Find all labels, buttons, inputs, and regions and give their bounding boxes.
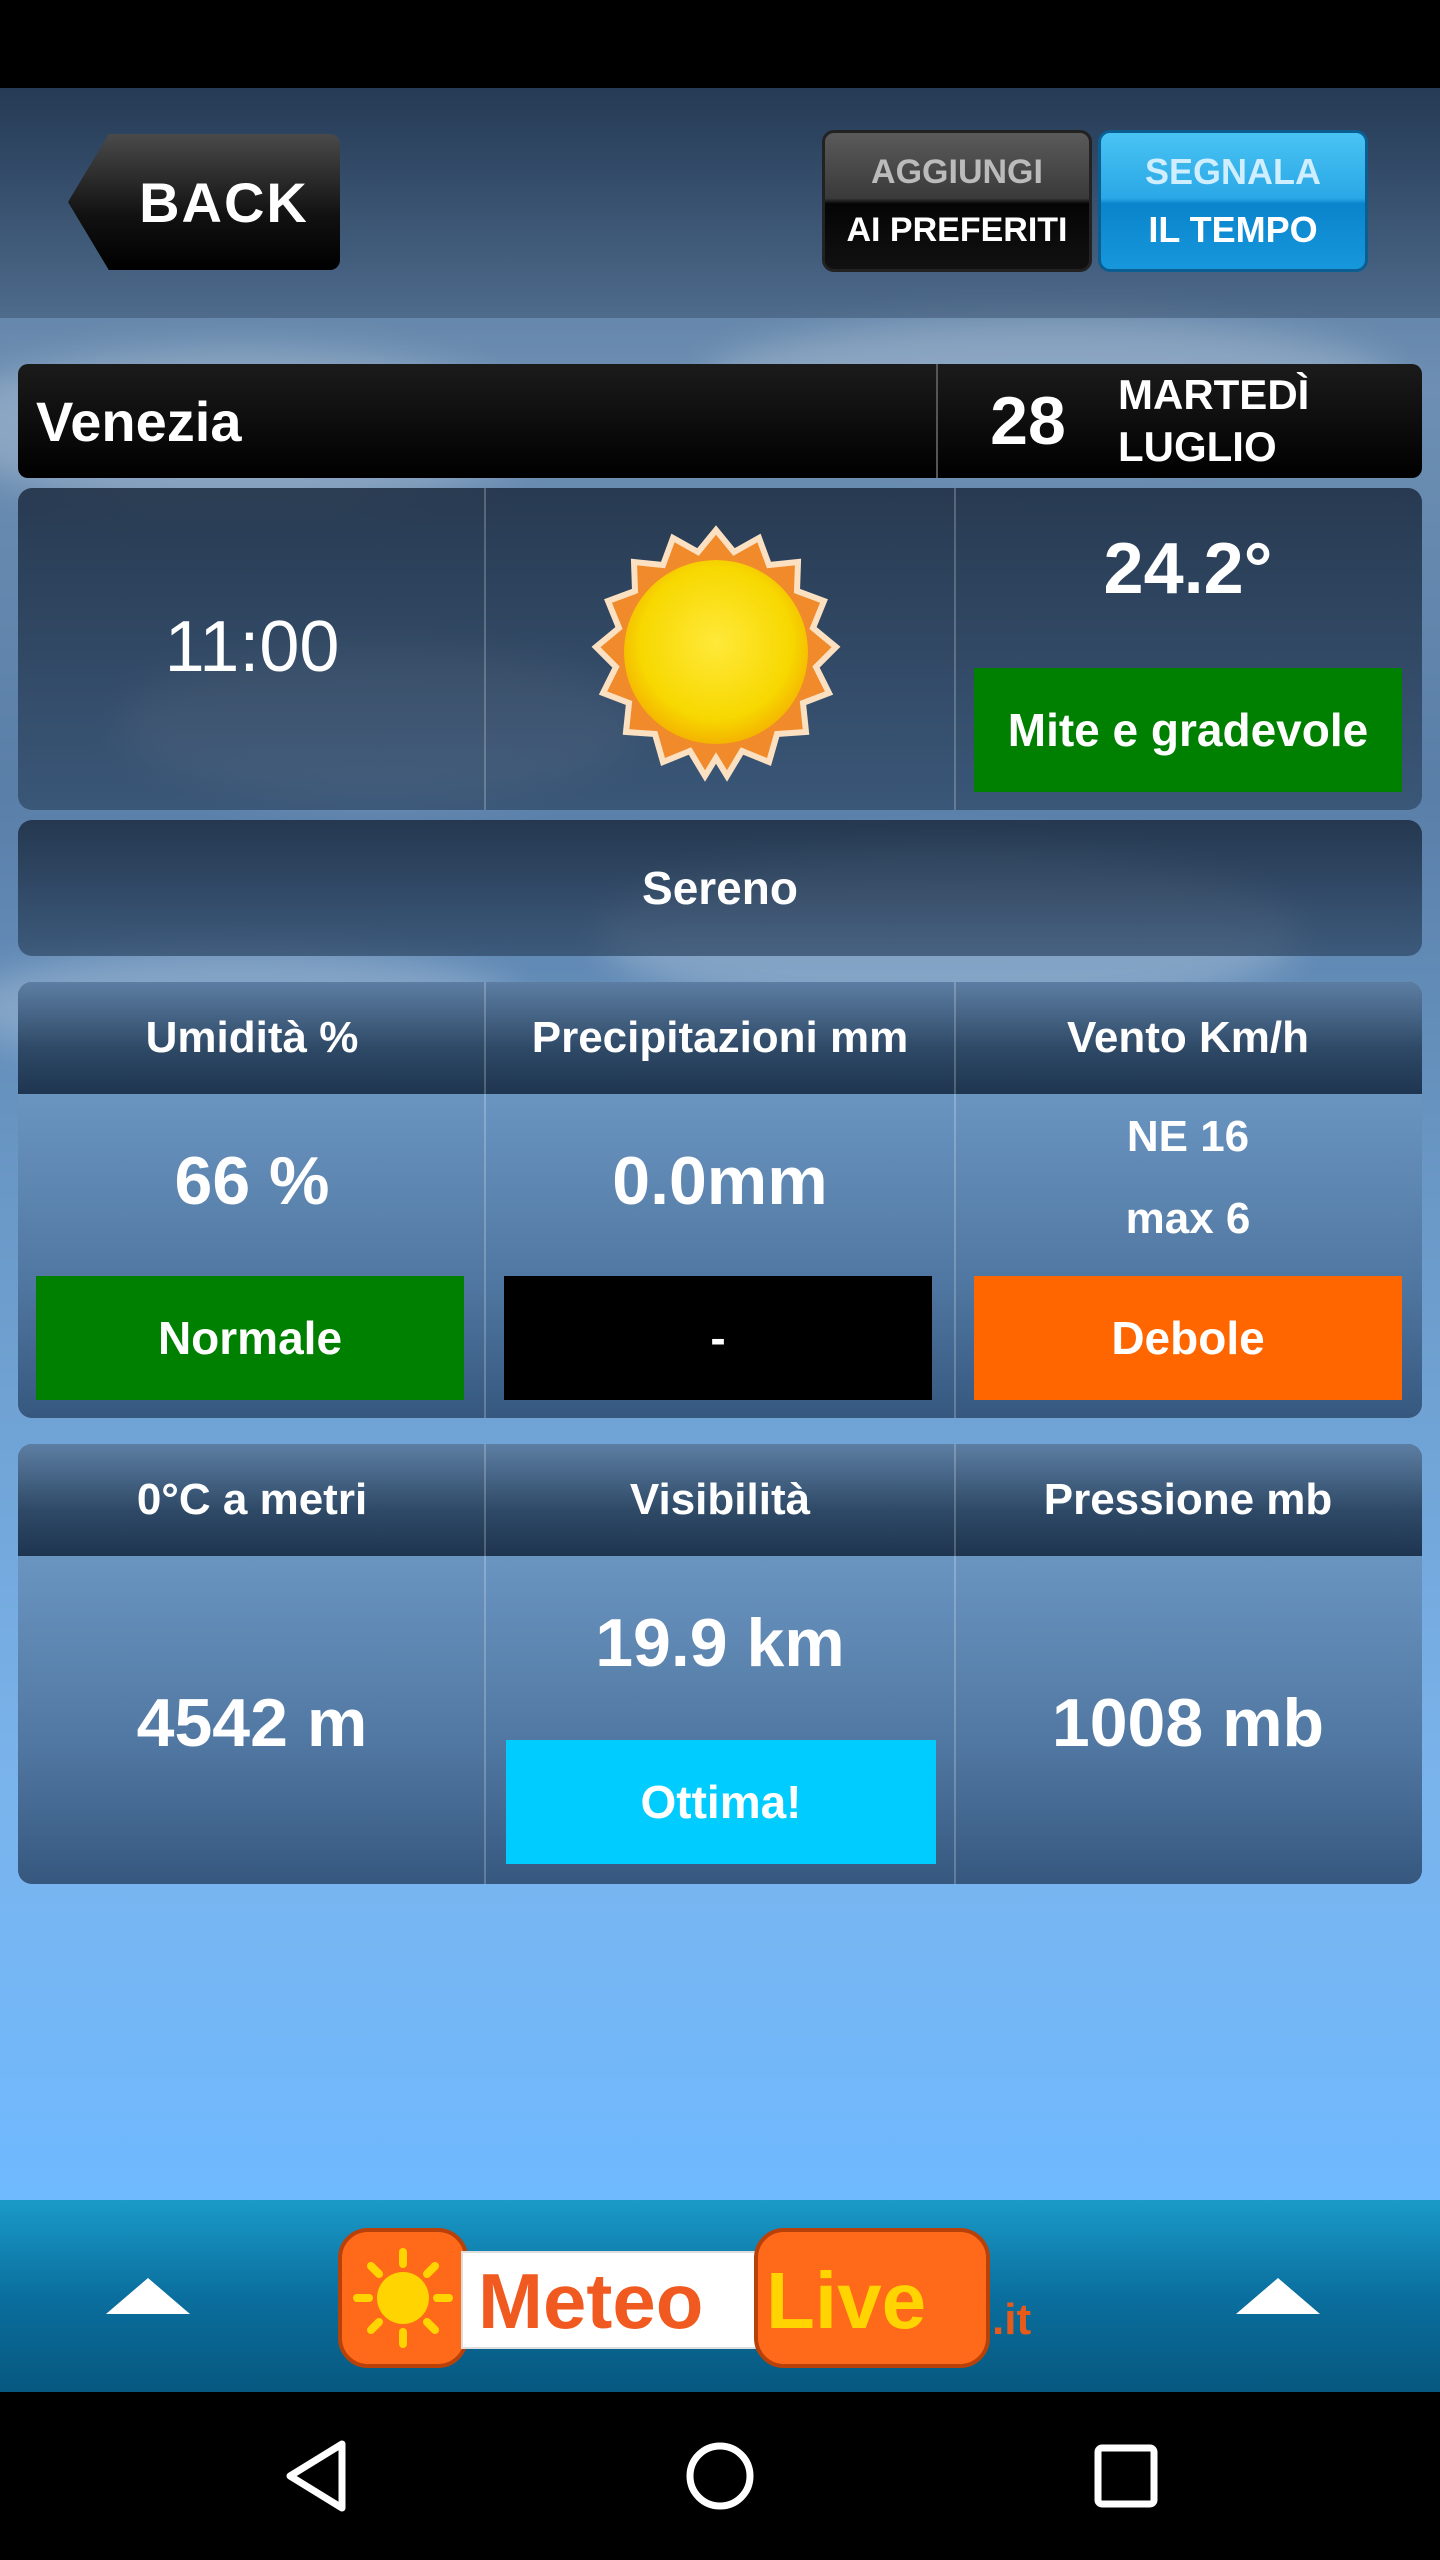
precipitation-header: Precipitazioni mm xyxy=(531,1013,909,1062)
visibility-status: Ottima! xyxy=(640,1776,802,1828)
back-button[interactable]: BACK xyxy=(68,134,340,270)
sun-icon xyxy=(591,525,841,782)
humidity-value: 66 % xyxy=(174,1143,330,1219)
condition-panel: Sereno xyxy=(18,820,1422,956)
wind-status-badge: Debole xyxy=(974,1276,1402,1400)
meteolive-logo[interactable]: Meteo Live .it xyxy=(336,2222,1116,2372)
wind-status: Debole xyxy=(1111,1312,1265,1364)
details-panel-2: 0°C a metri Visibilità Pressione mb 4542… xyxy=(18,1444,1422,1884)
logo-domain-text: .it xyxy=(992,2295,1031,2344)
pressure-value: 1008 mb xyxy=(1051,1685,1325,1761)
date-text: MARTEDÌ LUGLIO xyxy=(1118,369,1309,473)
freezing-level-value: 4542 m xyxy=(136,1685,368,1761)
day-number: 28 xyxy=(990,383,1066,459)
logo-live-text: Live xyxy=(766,2256,926,2345)
nav-recents-icon[interactable] xyxy=(1090,2436,1162,2516)
scroll-up-right-icon[interactable] xyxy=(1236,2278,1320,2314)
location-date-bar: Venezia 28 MARTEDÌ LUGLIO xyxy=(18,364,1422,478)
precipitation-status: - xyxy=(710,1312,726,1364)
back-button-label: BACK xyxy=(139,170,309,234)
city-name: Venezia xyxy=(36,389,242,453)
temperature: 24.2° xyxy=(1103,529,1273,609)
favorites-label-line1: AGGIUNGI xyxy=(871,152,1043,191)
visibility-header: Visibilità xyxy=(629,1475,811,1524)
pressure-header: Pressione mb xyxy=(1043,1475,1333,1524)
report-label-line1: SEGNALA xyxy=(1144,151,1321,192)
precipitation-status-badge: - xyxy=(504,1276,932,1400)
report-weather-button[interactable]: SEGNALA IL TEMPO xyxy=(1098,130,1368,272)
humidity-status-badge: Normale xyxy=(36,1276,464,1400)
weekday: MARTEDÌ xyxy=(1118,371,1310,418)
favorites-label-line2: AI PREFERITI xyxy=(846,210,1068,249)
status-bar xyxy=(0,0,1440,88)
system-navigation-bar xyxy=(0,2392,1440,2560)
humidity-header: Umidità % xyxy=(145,1013,359,1062)
add-to-favorites-button[interactable]: AGGIUNGI AI PREFERITI xyxy=(822,130,1092,272)
nav-home-icon[interactable] xyxy=(682,2436,758,2516)
comfort-label: Mite e gradevole xyxy=(1007,704,1369,756)
forecast-time: 11:00 xyxy=(164,607,340,687)
bottom-bar: Meteo Live .it xyxy=(0,2200,1440,2392)
precipitation-value: 0.0mm xyxy=(612,1143,828,1219)
report-label-line2: IL TEMPO xyxy=(1148,209,1318,250)
wind-max: max 6 xyxy=(1125,1194,1251,1243)
current-conditions-panel: 11:00 24.2° Mite e gradevole xyxy=(18,488,1422,810)
details-panel-1: Umidità % Precipitazioni mm Vento Km/h 6… xyxy=(18,982,1422,1418)
wind-direction: NE 16 xyxy=(1126,1112,1250,1161)
wind-header: Vento Km/h xyxy=(1066,1013,1310,1062)
logo-meteo-text: Meteo xyxy=(478,2257,703,2345)
visibility-status-badge: Ottima! xyxy=(506,1740,936,1864)
humidity-status: Normale xyxy=(157,1312,343,1364)
comfort-badge: Mite e gradevole xyxy=(974,668,1402,792)
visibility-value: 19.9 km xyxy=(595,1605,845,1681)
month: LUGLIO xyxy=(1118,423,1277,470)
freezing-level-header: 0°C a metri xyxy=(136,1475,368,1524)
condition-text: Sereno xyxy=(642,862,798,914)
nav-back-icon[interactable] xyxy=(280,2436,352,2516)
scroll-up-left-icon[interactable] xyxy=(106,2278,190,2314)
